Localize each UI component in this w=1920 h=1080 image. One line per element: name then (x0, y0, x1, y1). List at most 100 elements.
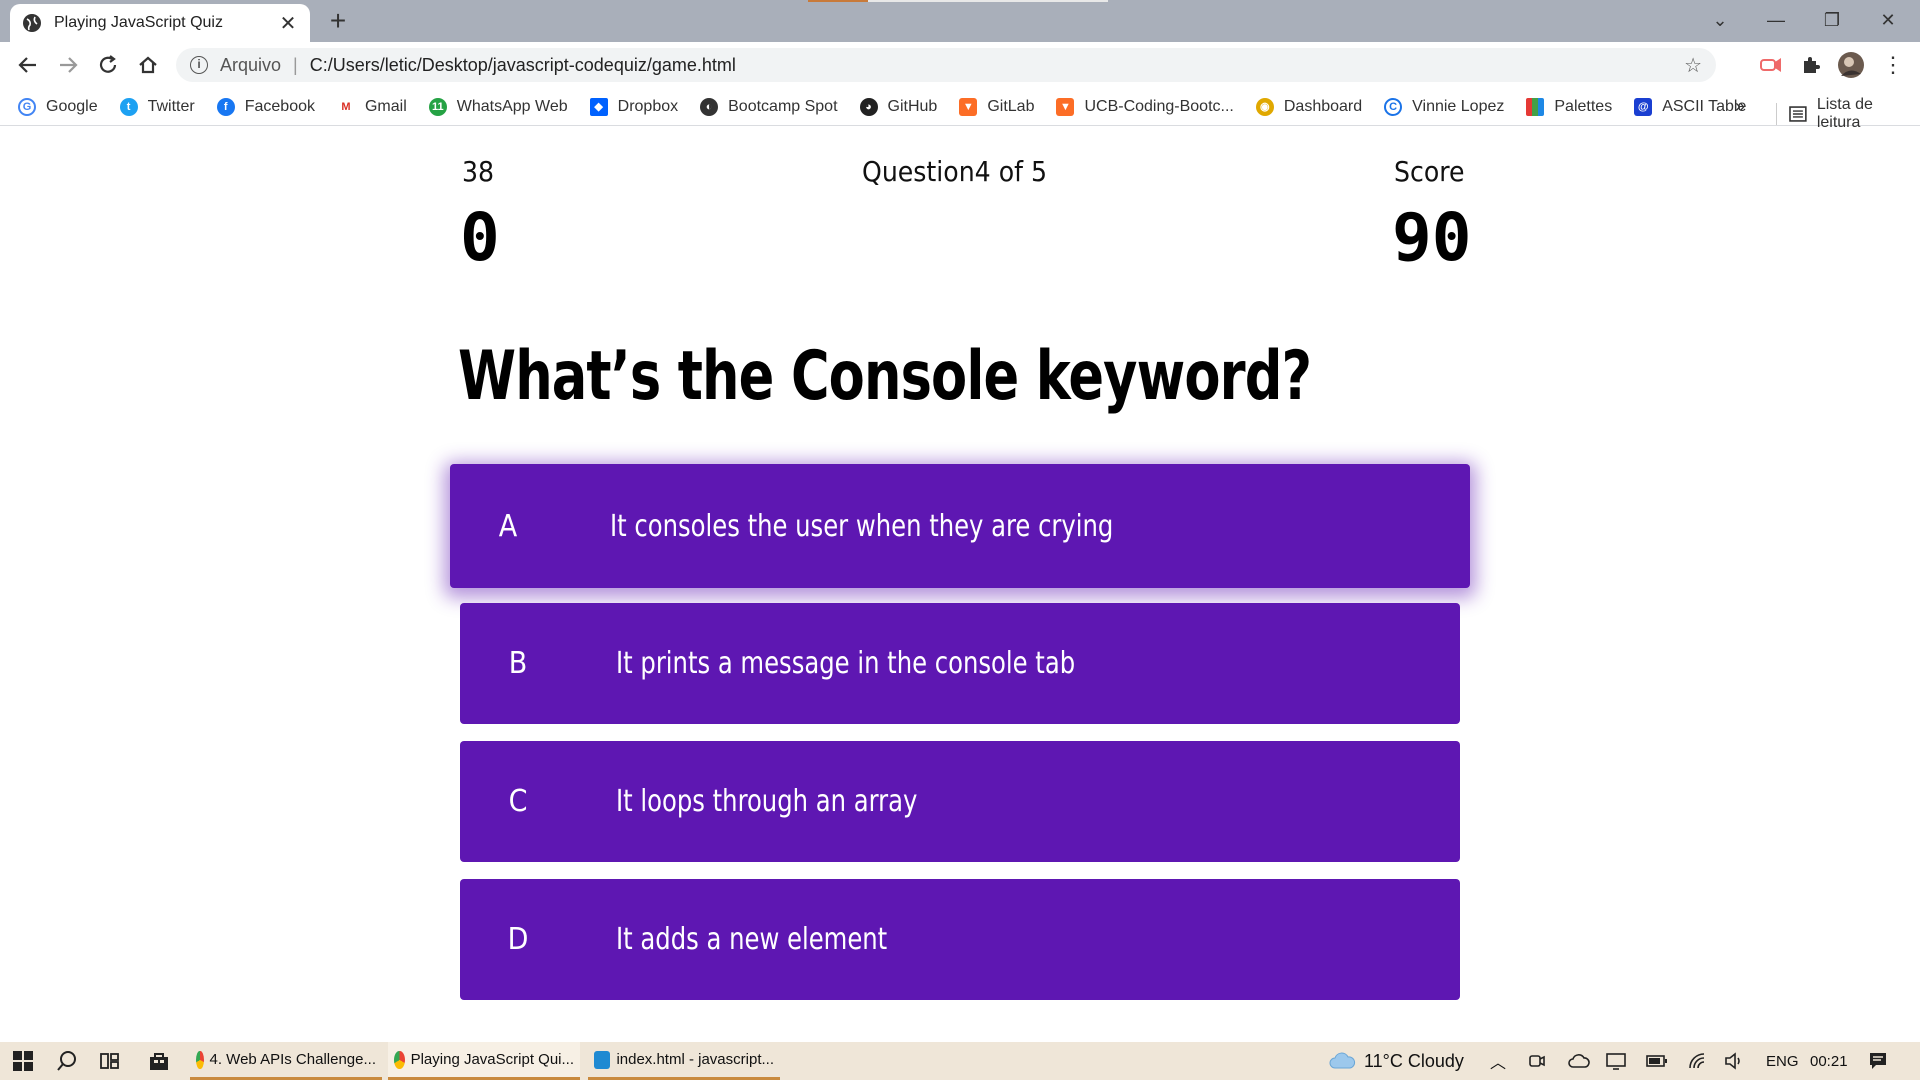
extensions-puzzle-icon[interactable] (1798, 52, 1824, 78)
bookmark-whatsapp[interactable]: 11 WhatsApp Web (428, 97, 568, 116)
profile-avatar[interactable] (1838, 52, 1864, 78)
choice-prefix: B (508, 646, 528, 681)
browser-tab[interactable]: Playing JavaScript Quiz ✕ (10, 4, 310, 42)
language-indicator[interactable]: ENG (1766, 1042, 1799, 1080)
search-button[interactable] (52, 1042, 82, 1080)
bookmark-twitter[interactable]: t Twitter (119, 97, 195, 116)
gmail-icon: M (336, 97, 355, 116)
search-icon (57, 1051, 76, 1071)
address-url[interactable]: C:/Users/letic/Desktop/javascript-codequ… (310, 55, 1684, 76)
bookmark-bootcamp-spot[interactable]: ◐ Bootcamp Spot (700, 97, 838, 116)
meet-now-icon[interactable] (1528, 1042, 1546, 1080)
volume-icon[interactable] (1724, 1042, 1744, 1080)
home-button[interactable] (132, 49, 164, 81)
wifi-icon[interactable] (1688, 1042, 1708, 1080)
chrome-icon (196, 1050, 204, 1069)
globe-icon (23, 14, 41, 32)
onedrive-cloud-icon[interactable] (1568, 1042, 1590, 1080)
globe-icon: ◐ (700, 97, 719, 116)
score-value: 90 (1392, 199, 1472, 276)
bookmarks-overflow-button[interactable]: » (1735, 96, 1745, 117)
twitter-icon: t (119, 97, 138, 116)
battery-icon[interactable] (1646, 1042, 1668, 1080)
close-window-button[interactable]: ✕ (1860, 0, 1916, 40)
bookmark-vinnie-lopez[interactable]: C Vinnie Lopez (1384, 97, 1504, 116)
choice-prefix: D (507, 922, 529, 957)
start-button[interactable] (8, 1042, 38, 1080)
timer-value: 0 (460, 199, 500, 276)
choice-text: It consoles the user when they are cryin… (610, 508, 1114, 544)
choice-a[interactable]: A It consoles the user when they are cry… (450, 464, 1470, 588)
clock[interactable]: 00:21 (1810, 1042, 1848, 1080)
vscode-icon (594, 1050, 611, 1069)
bookmark-ucb-coding[interactable]: ▼ UCB-Coding-Bootc... (1056, 97, 1234, 116)
store-button[interactable] (144, 1042, 174, 1080)
store-bag-icon (150, 1053, 168, 1070)
display-icon[interactable] (1606, 1042, 1626, 1080)
google-icon: G (18, 97, 36, 116)
bookmark-dropbox[interactable]: ◆ Dropbox (589, 97, 678, 116)
taskbar-app-chrome-quiz[interactable]: Playing JavaScript Qui... (388, 1042, 580, 1080)
whatsapp-icon: 11 (428, 97, 447, 116)
back-button[interactable] (12, 49, 44, 81)
choice-text: It adds a new element (616, 922, 888, 957)
bookmark-ascii-table[interactable]: @ ASCII Table (1634, 97, 1746, 116)
bookmark-palettes[interactable]: Palettes (1526, 97, 1612, 116)
minimize-button[interactable]: — (1748, 0, 1804, 40)
bookmark-gitlab[interactable]: ▼ GitLab (959, 97, 1034, 116)
loading-indicator-track (868, 0, 1108, 2)
bookmark-dashboard[interactable]: ◉ Dashboard (1255, 97, 1362, 116)
chevron-up-icon[interactable]: ︿ (1490, 1042, 1506, 1080)
tab-search-icon[interactable]: ⌄ (1692, 0, 1748, 40)
bookmark-star-icon[interactable]: ☆ (1684, 53, 1702, 78)
bookmark-github[interactable]: ◕ GitHub (859, 97, 937, 116)
address-separator: | (293, 54, 298, 75)
browser-tab-strip: Playing JavaScript Quiz ✕ + ⌄ — ❐ ✕ (0, 0, 1920, 42)
info-icon[interactable]: i (190, 56, 208, 74)
address-scheme: Arquivo (220, 54, 282, 75)
divider (1776, 103, 1777, 125)
gitlab-icon: ▼ (1056, 97, 1075, 116)
score-label: Score (1394, 155, 1465, 188)
windows-icon (13, 1051, 33, 1071)
at-sign-icon: @ (1634, 97, 1653, 116)
choice-prefix: C (508, 784, 528, 819)
taskbar-app-chrome-challenge[interactable]: 4. Web APIs Challenge... (190, 1042, 382, 1080)
timer-label: 38 (462, 155, 495, 188)
task-view-icon (100, 1053, 119, 1069)
choice-c[interactable]: C It loops through an array (460, 741, 1460, 862)
question-text: What’s the Console keyword? (458, 337, 1312, 416)
close-tab-icon[interactable]: ✕ (278, 11, 298, 36)
facebook-icon: f (216, 97, 235, 116)
restore-button[interactable]: ❐ (1804, 0, 1860, 40)
gitlab-icon: ▼ (959, 97, 978, 116)
reload-icon (99, 55, 117, 73)
choice-d[interactable]: D It adds a new element (460, 879, 1460, 1000)
forward-button[interactable] (52, 49, 84, 81)
bookmark-google[interactable]: G Google (18, 97, 98, 116)
reading-list-icon (1789, 106, 1807, 122)
menu-kebab-icon[interactable]: ⋮ (1880, 52, 1906, 78)
notification-icon[interactable] (1868, 1042, 1888, 1080)
circle-c-icon: C (1384, 97, 1403, 116)
bookmark-facebook[interactable]: f Facebook (216, 97, 315, 116)
taskbar-app-vscode[interactable]: index.html - javascript... (588, 1042, 780, 1080)
dropbox-icon: ◆ (589, 97, 608, 116)
weather-widget[interactable]: 11°C Cloudy (1328, 1042, 1464, 1080)
task-view-button[interactable] (96, 1042, 126, 1080)
github-icon: ◕ (859, 97, 878, 116)
bookmark-gmail[interactable]: M Gmail (336, 97, 407, 116)
new-tab-button[interactable]: + (322, 6, 354, 38)
tab-title: Playing JavaScript Quiz (54, 14, 223, 31)
choice-b[interactable]: B It prints a message in the console tab (460, 603, 1460, 724)
quiz-page: 38 0 Question4 of 5 Score 90 What’s the … (0, 127, 1920, 1042)
cast-extension-icon[interactable] (1758, 52, 1784, 78)
reload-button[interactable] (92, 49, 124, 81)
bookmarks-bar: G Google t Twitter f Facebook M Gmail 11 What… (0, 88, 1920, 126)
address-bar[interactable]: i Arquivo | C:/Users/letic/Desktop/javas… (176, 48, 1716, 82)
home-icon (139, 56, 157, 74)
windows-taskbar: 4. Web APIs Challenge... Playing JavaScr… (0, 1042, 1920, 1080)
choice-prefix: A (498, 508, 518, 544)
progress-text: Question4 of 5 (862, 155, 1047, 188)
arrow-right-icon (60, 57, 78, 73)
